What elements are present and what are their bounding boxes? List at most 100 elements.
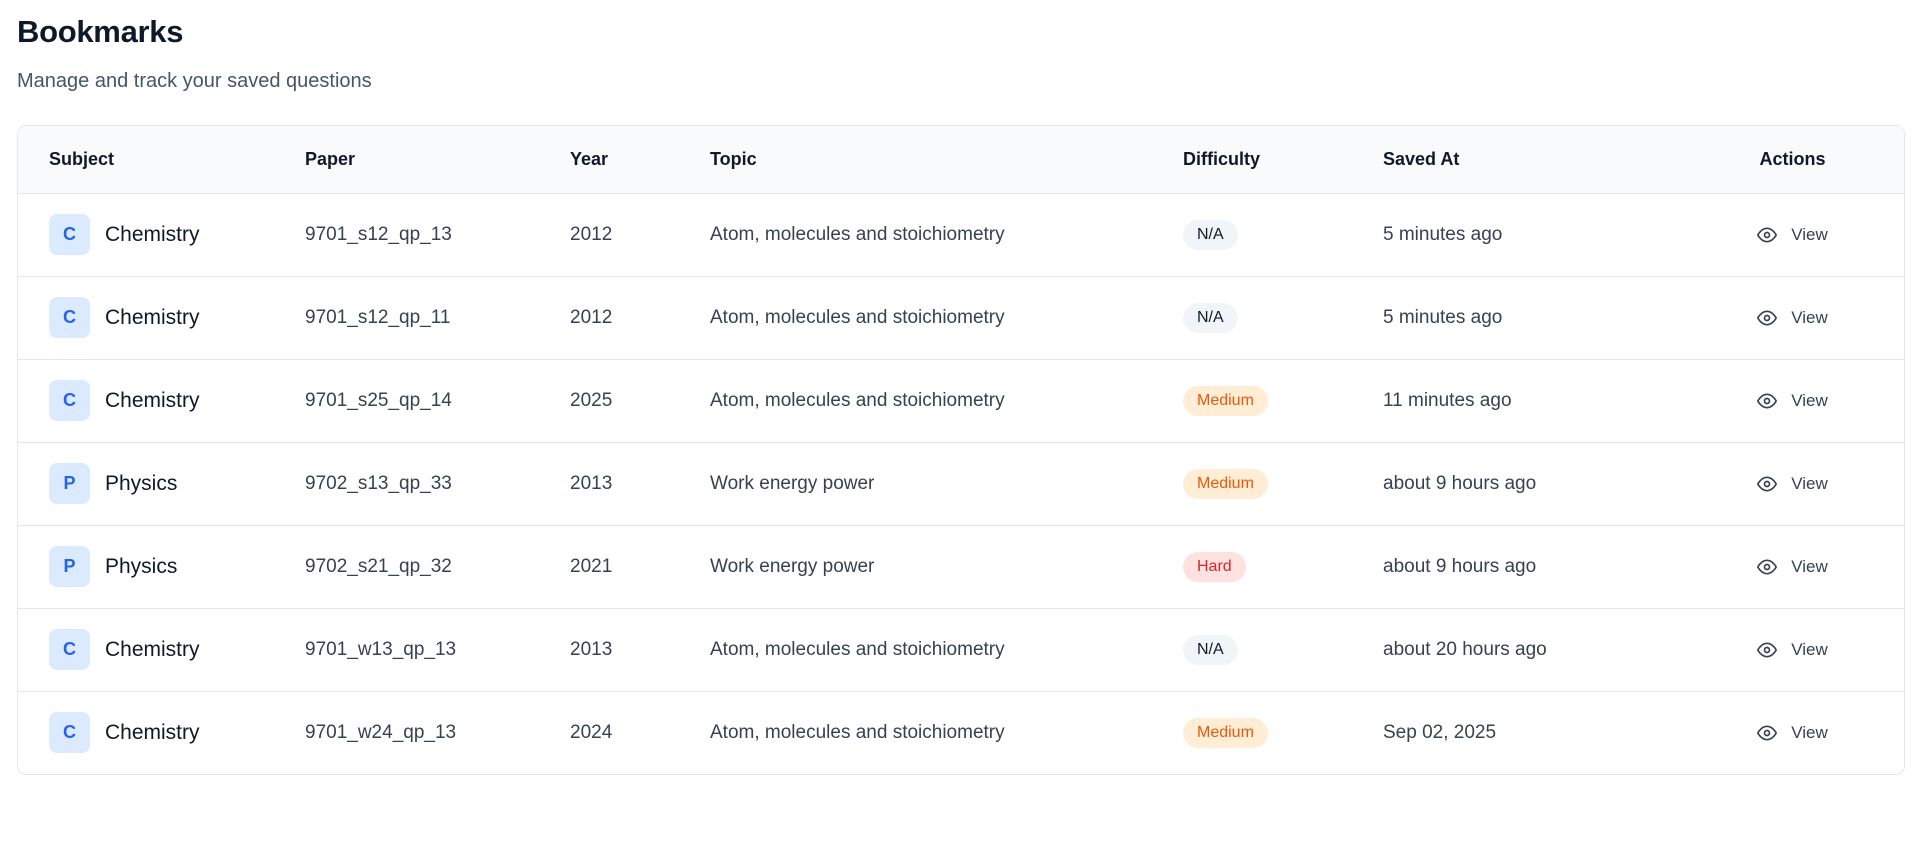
header-topic: Topic <box>710 126 1183 194</box>
topic-cell: Work energy power <box>710 472 875 494</box>
difficulty-badge: Medium <box>1183 468 1268 499</box>
subject-name: Physics <box>105 554 178 578</box>
difficulty-badge: N/A <box>1183 219 1238 250</box>
year-cell: 2024 <box>570 721 613 743</box>
view-button[interactable]: View <box>1747 634 1838 666</box>
header-paper: Paper <box>305 126 570 194</box>
subject-name: Chemistry <box>105 720 200 744</box>
header-year: Year <box>570 126 710 194</box>
subject-name: Chemistry <box>105 637 200 661</box>
subject-wrapper: P Physics <box>49 546 305 587</box>
difficulty-cell: Medium <box>1183 442 1383 525</box>
view-label: View <box>1791 390 1828 410</box>
actions-cell: View <box>1681 359 1904 442</box>
view-button[interactable]: View <box>1747 551 1838 583</box>
difficulty-cell: Medium <box>1183 691 1383 774</box>
eye-icon <box>1757 723 1778 743</box>
subject-wrapper: C Chemistry <box>49 380 305 421</box>
eye-icon <box>1757 308 1778 328</box>
year-cell: 2013 <box>570 638 613 660</box>
saved-at-cell: about 20 hours ago <box>1383 638 1547 660</box>
eye-icon <box>1757 557 1778 577</box>
table-body: C Chemistry 9701_s12_qp_13 2012 Atom, mo… <box>18 193 1904 774</box>
table-row[interactable]: C Chemistry 9701_s12_qp_13 2012 Atom, mo… <box>18 193 1904 276</box>
saved-at-cell: 5 minutes ago <box>1383 223 1503 245</box>
view-button[interactable]: View <box>1747 302 1838 334</box>
header-difficulty: Difficulty <box>1183 126 1383 194</box>
subject-cell: C Chemistry <box>18 691 305 774</box>
topic-cell: Atom, molecules and stoichiometry <box>710 306 1005 328</box>
paper-cell: 9701_w24_qp_13 <box>305 721 457 743</box>
paper-cell: 9701_w13_qp_13 <box>305 638 457 660</box>
subject-avatar: C <box>49 712 90 754</box>
table-row[interactable]: P Physics 9702_s21_qp_32 2021 Work energ… <box>18 525 1904 608</box>
subject-cell: P Physics <box>18 525 305 608</box>
actions-cell: View <box>1681 442 1904 525</box>
actions-cell: View <box>1681 608 1904 691</box>
view-label: View <box>1791 307 1828 327</box>
view-button[interactable]: View <box>1747 385 1838 417</box>
saved-at-cell: Sep 02, 2025 <box>1383 721 1497 743</box>
saved-at-cell: 11 minutes ago <box>1383 389 1512 411</box>
subject-name: Chemistry <box>105 222 200 246</box>
paper-cell: 9701_s12_qp_13 <box>305 223 452 245</box>
difficulty-badge: Medium <box>1183 385 1268 416</box>
difficulty-badge: N/A <box>1183 302 1238 333</box>
subject-cell: P Physics <box>18 442 305 525</box>
difficulty-cell: N/A <box>1183 193 1383 276</box>
topic-cell: Atom, molecules and stoichiometry <box>710 638 1005 660</box>
topic-cell: Atom, molecules and stoichiometry <box>710 389 1005 411</box>
subject-name: Physics <box>105 471 178 495</box>
eye-icon <box>1757 225 1778 245</box>
eye-icon <box>1757 391 1778 411</box>
table-row[interactable]: C Chemistry 9701_s12_qp_11 2012 Atom, mo… <box>18 276 1904 359</box>
actions-cell: View <box>1681 276 1904 359</box>
bookmarks-page: Bookmarks Manage and track your saved qu… <box>0 0 1920 94</box>
page-subtitle: Manage and track your saved questions <box>17 70 372 92</box>
paper-cell: 9702_s21_qp_32 <box>305 555 452 577</box>
saved-at-cell: 5 minutes ago <box>1383 306 1503 328</box>
subject-avatar: C <box>49 214 90 255</box>
header-actions: Actions <box>1681 126 1904 194</box>
topic-cell: Atom, molecules and stoichiometry <box>710 223 1005 245</box>
subject-avatar: P <box>49 546 90 587</box>
year-cell: 2021 <box>570 555 613 577</box>
difficulty-badge: N/A <box>1183 634 1238 665</box>
difficulty-cell: N/A <box>1183 276 1383 359</box>
view-button[interactable]: View <box>1747 468 1838 500</box>
table-row[interactable]: C Chemistry 9701_w13_qp_13 2013 Atom, mo… <box>18 608 1904 691</box>
subject-avatar: C <box>49 380 90 421</box>
header-saved-at: Saved At <box>1383 126 1681 194</box>
actions-cell: View <box>1681 691 1904 774</box>
table-row[interactable]: C Chemistry 9701_w24_qp_13 2024 Atom, mo… <box>18 691 1904 774</box>
subject-wrapper: C Chemistry <box>49 297 305 338</box>
year-cell: 2012 <box>570 223 613 245</box>
subject-avatar: C <box>49 629 90 670</box>
subject-wrapper: C Chemistry <box>49 712 305 754</box>
saved-at-cell: about 9 hours ago <box>1383 555 1537 577</box>
subject-avatar: P <box>49 463 90 504</box>
subject-avatar: C <box>49 297 90 338</box>
subject-cell: C Chemistry <box>18 193 305 276</box>
page-title: Bookmarks <box>17 14 184 49</box>
subject-name: Chemistry <box>105 305 200 329</box>
topic-cell: Atom, molecules and stoichiometry <box>710 721 1005 743</box>
view-label: View <box>1791 639 1828 659</box>
year-cell: 2025 <box>570 389 613 411</box>
difficulty-cell: Medium <box>1183 359 1383 442</box>
actions-cell: View <box>1681 525 1904 608</box>
year-cell: 2012 <box>570 306 613 328</box>
view-button[interactable]: View <box>1747 717 1838 749</box>
view-label: View <box>1791 473 1828 493</box>
difficulty-cell: N/A <box>1183 608 1383 691</box>
table-header-row: Subject Paper Year Topic Difficulty Save… <box>18 126 1904 194</box>
paper-cell: 9702_s13_qp_33 <box>305 472 452 494</box>
difficulty-badge: Medium <box>1183 717 1268 748</box>
table-row[interactable]: C Chemistry 9701_s25_qp_14 2025 Atom, mo… <box>18 359 1904 442</box>
table-row[interactable]: P Physics 9702_s13_qp_33 2013 Work energ… <box>18 442 1904 525</box>
view-button[interactable]: View <box>1747 219 1838 251</box>
bookmarks-table: Subject Paper Year Topic Difficulty Save… <box>18 126 1904 774</box>
subject-wrapper: C Chemistry <box>49 629 305 670</box>
paper-cell: 9701_s25_qp_14 <box>305 389 452 411</box>
topic-cell: Work energy power <box>710 555 875 577</box>
